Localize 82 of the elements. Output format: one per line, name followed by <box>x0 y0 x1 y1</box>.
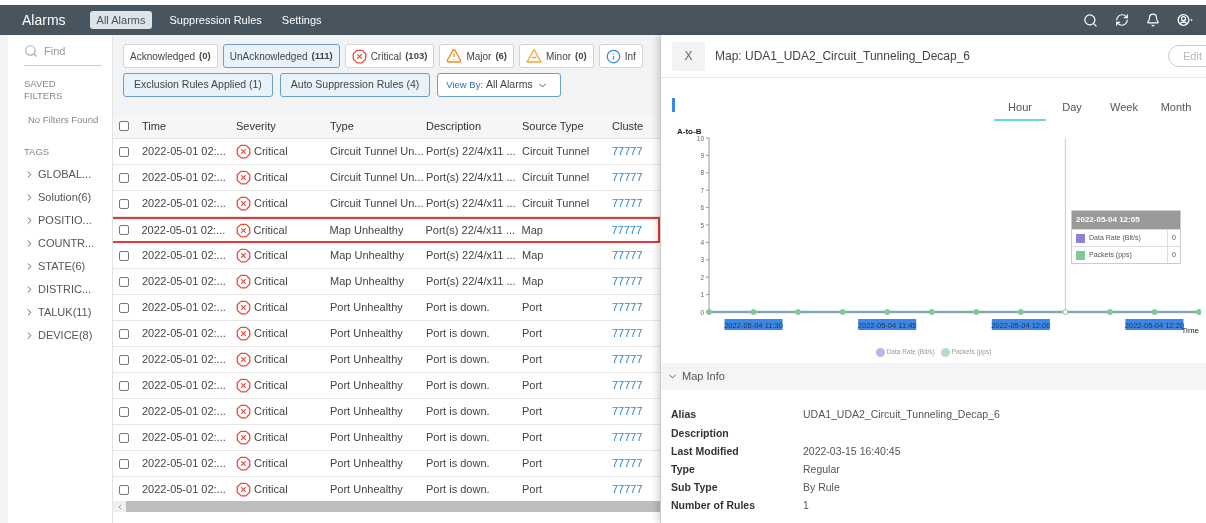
time-cell-text: 2022-05-01 02:... <box>141 326 227 342</box>
time-cell-text: 2022-05-01 02:... <box>141 430 227 446</box>
source-type-cell-text: Map <box>521 274 545 290</box>
type-cell-text: Map Unhealthy <box>329 248 405 264</box>
property-value: UDA1_UDA2_Circuit_Tunneling_Decap_6 <box>803 407 1000 423</box>
source-type-cell-text: Circuit Tunnel <box>521 196 591 212</box>
severity-label: Critical <box>254 196 288 212</box>
type-cell-text: Map Unhealthy <box>328 222 405 238</box>
tooltip-title: 2022-05-04 12:05 <box>1072 211 1180 229</box>
severity-label: Critical <box>254 378 288 394</box>
property-value: Regular <box>803 462 840 478</box>
time-cell-text: 2022-05-01 02:... <box>141 378 227 394</box>
source-type-cell-text: Port <box>521 352 544 368</box>
source-type-cell-text: Port <box>521 482 544 498</box>
property-value: 2022-03-15 16:40:45 <box>803 444 901 460</box>
severity-label: Critical <box>254 248 288 264</box>
property-label: Sub Type <box>671 480 719 496</box>
source-type-cell-text: Circuit Tunnel <box>521 170 591 186</box>
saved-filters-heading: SAVED FILTERS <box>24 77 64 102</box>
type-cell-text: Port Unhealthy <box>329 404 404 420</box>
property-label: Description <box>671 426 730 442</box>
app-title: Alarms <box>22 10 66 30</box>
source-type-cell-text: Port <box>521 456 544 472</box>
panel-title: Map: UDA1_UDA2_Circuit_Tunneling_Decap_6 <box>715 48 971 65</box>
source-type-cell-text: Port <box>521 300 544 316</box>
source-type-cell-text: Port <box>521 378 544 394</box>
description-cell-text: Port is down. <box>425 404 491 420</box>
time-cell-text: 2022-05-01 02:... <box>141 170 227 186</box>
property-label: Last Modified <box>671 444 740 460</box>
description-cell-text: Port(s) 22/4/x11 ... <box>425 248 515 264</box>
time-cell-text: 2022-05-01 02:... <box>141 274 227 290</box>
time-cell-text: 2022-05-01 02:... <box>141 456 227 472</box>
time-cell-text: 2022-05-01 02:... <box>141 196 227 212</box>
description-cell-text: Port is down. <box>425 352 491 368</box>
property-value: 1 <box>803 498 809 514</box>
property-label: Alias <box>671 407 698 423</box>
severity-label: Critical <box>254 352 288 368</box>
source-type-cell-text: Map <box>520 222 544 238</box>
source-type-cell-text: Circuit Tunnel <box>521 144 591 160</box>
description-cell-text: Port is down. <box>425 482 491 498</box>
description-cell-text: Port is down. <box>425 300 491 316</box>
tags-heading: TAGS <box>24 144 51 159</box>
severity-label: Critical <box>254 274 288 290</box>
severity-label: Critical <box>254 456 288 472</box>
property-value: By Rule <box>803 480 840 496</box>
time-cell-text: 2022-05-01 02:... <box>141 248 227 264</box>
severity-label: Critical <box>254 404 288 420</box>
type-cell-text: Port Unhealthy <box>329 300 404 316</box>
time-cell-text: 2022-05-01 02:... <box>141 144 227 160</box>
time-cell-text: 2022-05-01 02:... <box>141 352 227 368</box>
empty-filters-message: No Filters Found <box>27 113 100 126</box>
severity-label: Critical <box>253 222 288 238</box>
description-cell-text: Port is down. <box>425 430 491 446</box>
severity-label: Critical <box>254 482 288 498</box>
severity-label: Critical <box>254 300 288 316</box>
y-axis-title: A-to-B <box>677 127 702 136</box>
description-cell-text: Port is down. <box>425 326 491 342</box>
description-cell-text: Port(s) 22/4/x11 ... <box>424 222 515 238</box>
severity-label: Critical <box>254 326 288 342</box>
source-type-cell-text: Port <box>521 404 544 420</box>
description-cell-text: Port is down. <box>425 378 491 394</box>
severity-label: Critical <box>254 144 288 160</box>
time-cell-text: 2022-05-01 02:... <box>140 222 227 238</box>
severity-label: Critical <box>254 170 288 186</box>
property-label: Type <box>671 462 696 478</box>
type-cell-text: Port Unhealthy <box>329 378 404 394</box>
type-cell-text: Port Unhealthy <box>329 482 404 498</box>
type-cell-text: Port Unhealthy <box>329 352 404 368</box>
time-cell-text: 2022-05-01 02:... <box>141 482 227 498</box>
type-cell-text: Port Unhealthy <box>329 326 404 342</box>
description-cell-text: Port is down. <box>425 456 491 472</box>
type-cell-text: Port Unhealthy <box>329 430 404 446</box>
type-cell-text: Map Unhealthy <box>329 274 405 290</box>
severity-label: Critical <box>254 430 288 446</box>
type-cell-text: Port Unhealthy <box>329 456 404 472</box>
time-cell-text: 2022-05-01 02:... <box>141 300 227 316</box>
source-type-cell-text: Map <box>521 248 545 264</box>
description-cell-text: Port(s) 22/4/x11 ... <box>425 274 515 290</box>
source-type-cell-text: Port <box>521 326 544 342</box>
time-cell-text: 2022-05-01 02:... <box>141 404 227 420</box>
source-type-cell-text: Port <box>521 430 544 446</box>
property-label: Number of Rules <box>671 498 756 514</box>
